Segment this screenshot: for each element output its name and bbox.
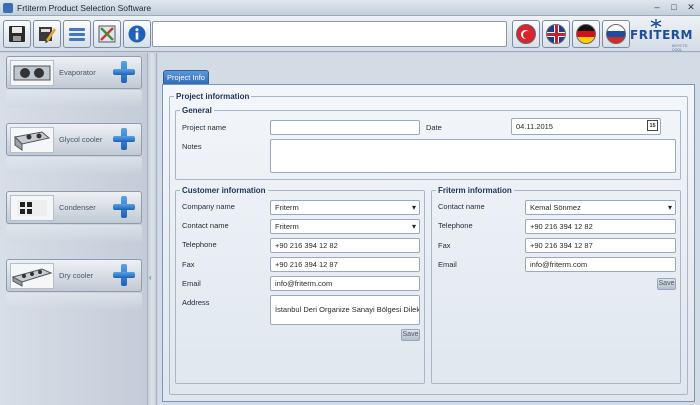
email-field[interactable]: info@friterm.com (270, 276, 420, 291)
product-label: Dry cooler (59, 271, 94, 280)
friterm-contact-label: Contact name (438, 202, 485, 211)
list-icon (69, 28, 85, 41)
app-icon (3, 3, 13, 13)
tools-icon (98, 25, 116, 43)
close-button[interactable]: ✕ (684, 2, 698, 14)
snowflake-icon (650, 19, 662, 28)
email-label: Email (182, 279, 201, 288)
calendar-icon[interactable]: 15 (647, 120, 658, 131)
title-bar: Frtiterm Product Selection Software – □ … (0, 0, 700, 16)
contact-name-label: Contact name (182, 221, 229, 230)
product-card-condenser[interactable]: Condenser (6, 191, 142, 224)
fax-label: Fax (182, 260, 195, 269)
add-condenser-icon[interactable] (113, 196, 135, 218)
add-glycol-cooler-icon[interactable] (113, 128, 135, 150)
friterm-information-group: Friterm information (431, 186, 681, 384)
date-field[interactable]: 04.11.2015 15 (511, 118, 661, 135)
telephone-field[interactable]: +90 216 394 12 82 (270, 238, 420, 253)
friterm-fax-label: Fax (438, 241, 451, 250)
condenser-image (10, 195, 54, 221)
flag-turkey-icon (516, 24, 536, 44)
date-value: 04.11.2015 (516, 122, 553, 131)
tab-content: Project information General Project name… (162, 84, 695, 402)
list-button[interactable] (63, 20, 91, 48)
friterm-fax-field[interactable]: +90 216 394 12 87 (525, 238, 676, 253)
info-icon (128, 25, 146, 43)
tools-button[interactable] (93, 20, 121, 48)
notes-label: Notes (182, 142, 202, 151)
maximize-button[interactable]: □ (667, 2, 681, 14)
card-reflection (6, 157, 142, 175)
save-icon (9, 26, 25, 42)
card-reflection (6, 225, 142, 243)
group-title: Project information (176, 92, 250, 101)
flag-germany-icon (576, 24, 596, 44)
language-german-button[interactable] (572, 20, 600, 48)
evaporator-image (10, 60, 54, 86)
flag-russia-icon (606, 24, 626, 44)
address-label: Address (182, 298, 210, 307)
save-button[interactable] (3, 20, 31, 48)
add-dry-cooler-icon[interactable] (113, 264, 135, 286)
friterm-email-field[interactable]: info@friterm.com (525, 257, 676, 272)
language-turkish-button[interactable] (512, 20, 540, 48)
panel-splitter[interactable]: ‹ (147, 53, 157, 405)
product-card-glycol-cooler[interactable]: Glycol cooler (6, 123, 142, 156)
flag-uk-icon (546, 24, 566, 44)
address-field[interactable]: İstanbul Deri Organize Sanayi Bölgesi Di… (270, 295, 420, 325)
edit-icon (39, 27, 56, 43)
group-title: Friterm information (438, 186, 512, 195)
toolbar: FRITERM KEYS TO COOL (0, 16, 700, 52)
friterm-contact-select[interactable]: Kemal Sönmez (525, 200, 676, 215)
contact-name-select[interactable]: Friterm (270, 219, 420, 234)
logo-text: FRITERM (630, 28, 693, 42)
friterm-telephone-field[interactable]: +90 216 394 12 82 (525, 219, 676, 234)
project-name-field[interactable] (270, 120, 420, 135)
language-russian-button[interactable] (602, 20, 630, 48)
collapse-arrow-icon[interactable]: ‹ (149, 273, 152, 282)
friterm-logo: FRITERM KEYS TO COOL (628, 19, 698, 52)
product-card-dry-cooler[interactable]: Dry cooler (6, 259, 142, 292)
minimize-button[interactable]: – (650, 2, 664, 14)
project-name-label: Project name (182, 123, 227, 132)
company-name-label: Company name (182, 202, 235, 211)
company-name-select[interactable]: Friterm (270, 200, 420, 215)
friterm-telephone-label: Telephone (438, 221, 473, 230)
notes-field[interactable] (270, 139, 676, 173)
group-title: General (182, 106, 212, 115)
customer-save-button[interactable]: Save (401, 329, 420, 341)
dry-cooler-image (10, 263, 54, 289)
card-reflection (6, 293, 142, 311)
card-reflection (6, 90, 142, 108)
product-label: Condenser (59, 203, 96, 212)
toolbar-text-field[interactable] (152, 21, 507, 47)
info-button[interactable] (123, 20, 151, 48)
glycol-cooler-image (10, 127, 54, 153)
friterm-email-label: Email (438, 260, 457, 269)
logo-tagline: KEYS TO COOL (672, 44, 688, 52)
add-evaporator-icon[interactable] (113, 61, 135, 83)
group-title: Customer information (182, 186, 266, 195)
friterm-save-button[interactable]: Save (657, 278, 676, 290)
fax-field[interactable]: +90 216 394 12 87 (270, 257, 420, 272)
language-english-button[interactable] (542, 20, 570, 48)
window-title: Frtiterm Product Selection Software (17, 3, 152, 13)
telephone-label: Telephone (182, 240, 217, 249)
product-label: Evaporator (59, 68, 96, 77)
edit-button[interactable] (33, 20, 61, 48)
product-label: Glycol cooler (59, 135, 103, 144)
tab-project-info[interactable]: Project Info (163, 70, 209, 84)
date-label: Date (426, 123, 442, 132)
product-card-evaporator[interactable]: Evaporator (6, 56, 142, 89)
